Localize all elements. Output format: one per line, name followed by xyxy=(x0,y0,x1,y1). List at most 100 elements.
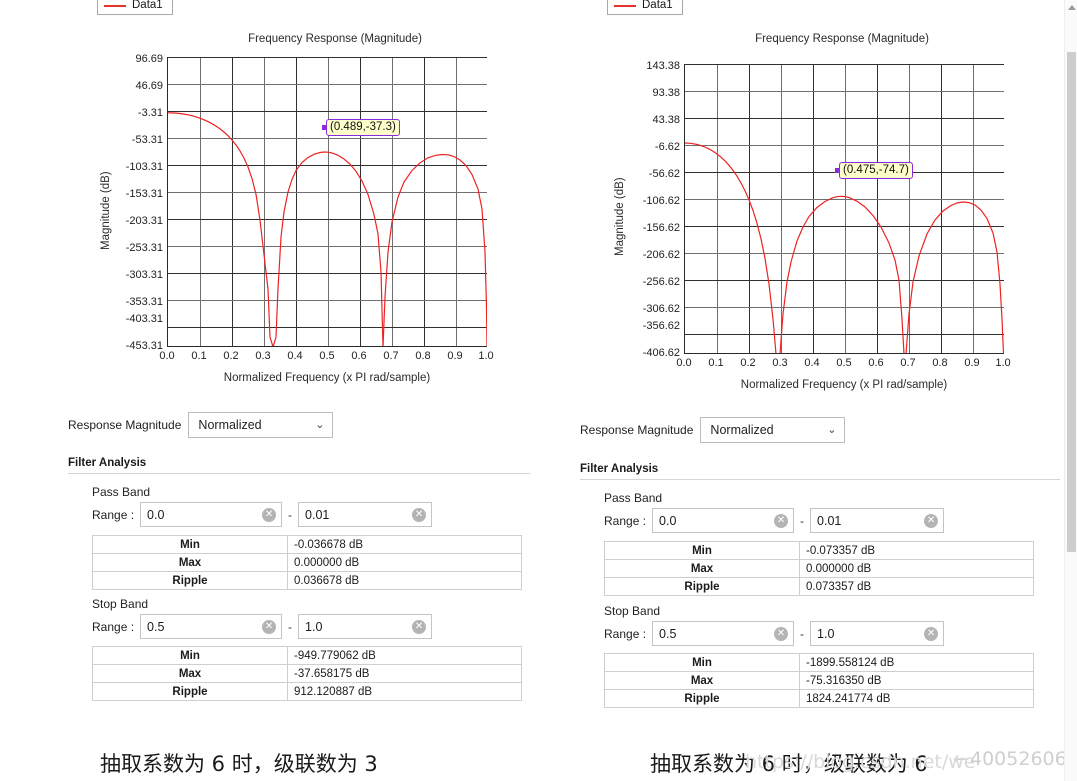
filter-analysis-rule xyxy=(580,479,1060,480)
pass-band-from-value: 0.0 xyxy=(659,513,677,528)
table-row: Max -75.316350 dB xyxy=(604,671,1034,690)
table-row: Ripple 0.073357 dB xyxy=(604,577,1034,596)
stat-key: Ripple xyxy=(604,689,800,708)
pass-band-from-input[interactable]: 0.0 ✕ xyxy=(140,502,283,527)
pass-band-range-row-left: Range : 0.0 ✕ - 0.01 ✕ xyxy=(92,502,433,527)
stat-key: Min xyxy=(92,535,288,554)
stat-value: 0.000000 dB xyxy=(287,553,522,572)
x-tick-label: 0.4 xyxy=(287,350,303,362)
x-tick-label: 0.2 xyxy=(740,357,756,369)
stop-band-stats-table-right: Min -1899.558124 dB Max -75.316350 dB Ri… xyxy=(604,653,1034,708)
response-magnitude-row-right: Response Magnitude Normalized ⌄ xyxy=(580,417,846,443)
stat-value: 0.000000 dB xyxy=(799,559,1034,578)
stop-band-to-input[interactable]: 1.0 ✕ xyxy=(298,614,433,639)
stat-key: Max xyxy=(92,553,288,572)
stat-value: -949.779062 dB xyxy=(287,646,522,665)
stop-band-from-value: 0.5 xyxy=(659,626,677,641)
stop-band-label-right: Stop Band xyxy=(604,604,661,618)
left-panel: Data1 Frequency Response (Magnitude) Mag… xyxy=(0,0,552,720)
y-tick-label: -206.62 xyxy=(642,249,680,261)
scrollbar-thumb[interactable] xyxy=(1067,52,1076,552)
x-tick-label: 0.5 xyxy=(319,350,335,362)
data-cursor-marker-left xyxy=(322,125,327,130)
pass-band-to-input[interactable]: 0.01 ✕ xyxy=(810,508,945,533)
legend-label: Data1 xyxy=(642,0,673,11)
clear-icon[interactable]: ✕ xyxy=(774,513,789,528)
data-cursor-marker-right xyxy=(835,168,840,173)
data-tooltip-left: (0.489,-37.3) xyxy=(326,119,400,136)
chart-plot-area-right[interactable]: (0.475,-74.7) xyxy=(684,64,1004,354)
response-magnitude-label: Response Magnitude xyxy=(68,418,182,432)
pass-band-stats-table-right: Min -0.073357 dB Max 0.000000 dB Ripple … xyxy=(604,541,1034,596)
stat-key: Min xyxy=(92,646,288,665)
stop-band-stats-table-left: Min -949.779062 dB Max -37.658175 dB Rip… xyxy=(92,646,522,701)
table-row: Max -37.658175 dB xyxy=(92,664,522,683)
y-tick-label: -156.62 xyxy=(642,222,680,234)
stop-band-from-input[interactable]: 0.5 ✕ xyxy=(652,621,795,646)
scroll-up-arrow-icon[interactable] xyxy=(1068,5,1076,10)
pass-band-label-left: Pass Band xyxy=(92,485,151,499)
y-tick-label: 93.38 xyxy=(652,87,680,99)
clear-icon[interactable]: ✕ xyxy=(924,513,939,528)
y-tick-label: 143.38 xyxy=(646,60,680,72)
stat-value: 0.073357 dB xyxy=(799,577,1034,596)
stop-band-from-input[interactable]: 0.5 ✕ xyxy=(140,614,283,639)
pass-band-from-input[interactable]: 0.0 ✕ xyxy=(652,508,795,533)
stat-value: 912.120887 dB xyxy=(287,682,522,701)
pass-band-from-value: 0.0 xyxy=(147,507,165,522)
y-tick-label: -3.31 xyxy=(137,107,163,119)
chevron-down-icon: ⌄ xyxy=(827,423,837,436)
y-tick-label: -6.62 xyxy=(654,141,680,153)
pass-band-label-right: Pass Band xyxy=(604,491,663,505)
chart-plot-area-left[interactable]: (0.489,-37.3) xyxy=(167,57,487,347)
pass-band-to-value: 0.01 xyxy=(305,507,330,522)
y-tick-label: -303.31 xyxy=(125,269,163,281)
chart-x-axis-label-right: Normalized Frequency (x PI rad/sample) xyxy=(740,379,948,391)
chart-title-right: Frequency Response (Magnitude) xyxy=(755,33,929,45)
x-tick-label: 0.0 xyxy=(159,350,175,362)
x-tick-label: 0.5 xyxy=(836,357,852,369)
chart-x-axis-label-left: Normalized Frequency (x PI rad/sample) xyxy=(223,372,431,384)
y-tick-label: 43.38 xyxy=(652,114,680,126)
chart-y-axis-label-left: Magnitude (dB) xyxy=(100,171,112,250)
x-tick-label: 0.3 xyxy=(772,357,788,369)
filter-analysis-title-left: Filter Analysis xyxy=(68,457,147,469)
chart-series-left xyxy=(168,112,487,346)
chart-title-left: Frequency Response (Magnitude) xyxy=(248,33,422,45)
stat-key: Min xyxy=(604,541,800,560)
stat-key: Max xyxy=(92,664,288,683)
stat-key: Ripple xyxy=(92,571,288,590)
x-tick-label: 0.7 xyxy=(383,350,399,362)
clear-icon[interactable]: ✕ xyxy=(262,507,277,522)
pass-band-to-input[interactable]: 0.01 ✕ xyxy=(298,502,433,527)
chart-legend-right[interactable]: Data1 xyxy=(607,0,683,15)
response-magnitude-select[interactable]: Normalized ⌄ xyxy=(188,412,334,438)
x-tick-label: 0.3 xyxy=(255,350,271,362)
vertical-scrollbar[interactable] xyxy=(1064,0,1077,781)
stop-band-range-row-right: Range : 0.5 ✕ - 1.0 ✕ xyxy=(604,621,945,646)
chart-series-right xyxy=(685,142,1004,353)
clear-icon[interactable]: ✕ xyxy=(774,626,789,641)
clear-icon[interactable]: ✕ xyxy=(262,619,277,634)
table-row: Ripple 0.036678 dB xyxy=(92,571,522,590)
clear-icon[interactable]: ✕ xyxy=(412,507,427,522)
response-magnitude-select[interactable]: Normalized ⌄ xyxy=(700,417,846,443)
table-row: Max 0.000000 dB xyxy=(92,553,522,572)
x-tick-label: 1.0 xyxy=(995,357,1011,369)
clear-icon[interactable]: ✕ xyxy=(924,626,939,641)
table-row: Ripple 1824.241774 dB xyxy=(604,689,1034,708)
stop-band-to-input[interactable]: 1.0 ✕ xyxy=(810,621,945,646)
x-tick-label: 1.0 xyxy=(478,350,494,362)
x-tick-label: 0.6 xyxy=(868,357,884,369)
stat-key: Ripple xyxy=(92,682,288,701)
response-magnitude-value: Normalized xyxy=(710,423,774,437)
filter-analysis-rule xyxy=(68,473,530,474)
table-row: Min -0.073357 dB xyxy=(604,541,1034,560)
y-tick-label: -53.31 xyxy=(131,134,163,146)
legend-label: Data1 xyxy=(132,0,163,11)
screenshot-root: Data1 Frequency Response (Magnitude) Mag… xyxy=(0,0,1077,781)
y-tick-label: 96.69 xyxy=(135,53,163,65)
pass-band-stats-table-left: Min -0.036678 dB Max 0.000000 dB Ripple … xyxy=(92,535,522,590)
chart-legend-left[interactable]: Data1 xyxy=(97,0,173,15)
clear-icon[interactable]: ✕ xyxy=(412,619,427,634)
